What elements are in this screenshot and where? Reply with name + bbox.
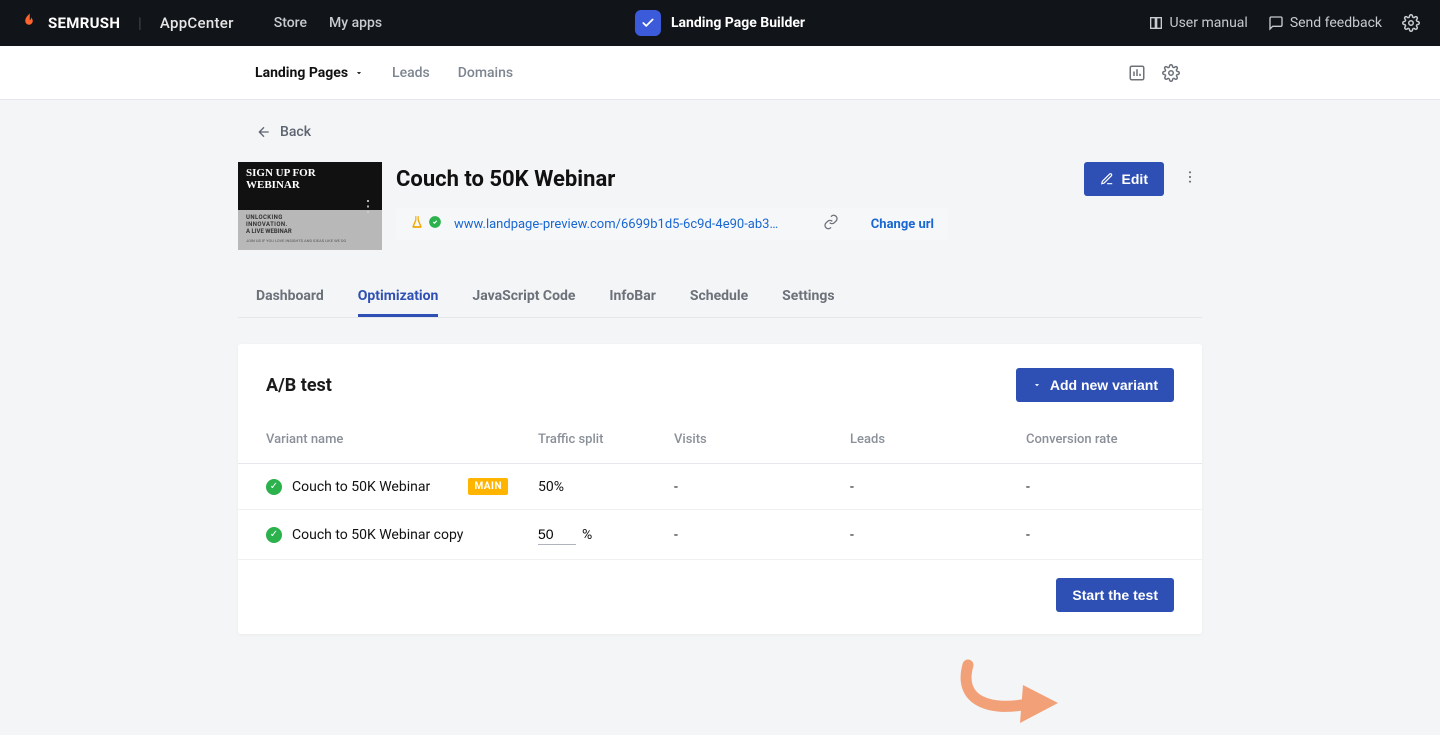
send-feedback-link[interactable]: Send feedback	[1268, 15, 1382, 31]
col-variant-name: Variant name	[238, 422, 538, 464]
top-bar: SEMRUSH | AppCenter Store My apps Landin…	[0, 0, 1440, 46]
url-box: www.landpage-preview.com/6699b1d5-6c9d-4…	[396, 208, 948, 240]
traffic-split-input[interactable]	[538, 524, 576, 545]
sub-nav: Landing Pages Leads Domains	[255, 65, 513, 81]
edit-button[interactable]: Edit	[1084, 162, 1164, 196]
brand-separator: |	[138, 14, 142, 32]
card-title: A/B test	[266, 375, 332, 396]
tab-schedule[interactable]: Schedule	[690, 278, 748, 317]
subnav-leads[interactable]: Leads	[392, 65, 430, 81]
variant-name: Couch to 50K Webinar copy	[292, 527, 463, 543]
top-right: User manual Send feedback	[1148, 14, 1421, 32]
brand-main: SEMRUSH	[48, 14, 120, 32]
abtest-card: A/B test Add new variant Variant name Tr…	[238, 344, 1202, 634]
split-cell: 50%	[538, 464, 674, 510]
flask-icon	[410, 215, 424, 233]
send-feedback-label: Send feedback	[1290, 15, 1382, 31]
start-test-button[interactable]: Start the test	[1056, 578, 1174, 612]
tab-infobar[interactable]: InfoBar	[609, 278, 655, 317]
visits-cell: -	[674, 464, 850, 510]
conv-cell: -	[1026, 464, 1202, 510]
add-variant-label: Add new variant	[1050, 377, 1158, 393]
link-icon[interactable]	[823, 214, 839, 234]
page-content: Back SIGN UP FOR WEBINAR UNLOCKING INNOV…	[238, 100, 1202, 634]
subnav-landing-pages[interactable]: Landing Pages	[255, 65, 364, 81]
thumb-sub1: UNLOCKING	[246, 214, 374, 221]
subnav-landing-pages-label: Landing Pages	[255, 65, 348, 81]
edit-label: Edit	[1122, 171, 1148, 187]
caret-down-icon	[354, 68, 364, 78]
thumb-line1: SIGN UP FOR	[246, 168, 374, 180]
thumb-sub3: A LIVE WEBINAR	[246, 228, 374, 235]
page-thumbnail[interactable]: SIGN UP FOR WEBINAR UNLOCKING INNOVATION…	[238, 162, 382, 250]
page-tabs: Dashboard Optimization JavaScript Code I…	[238, 278, 1202, 318]
app-badge-icon	[635, 10, 661, 36]
thumb-line2: WEBINAR	[246, 180, 374, 192]
col-visits: Visits	[674, 422, 850, 464]
leads-cell: -	[850, 464, 1026, 510]
change-url-link[interactable]: Change url	[871, 217, 934, 232]
back-link[interactable]: Back	[238, 124, 1202, 140]
thumb-tiny: JOIN US IF YOU LOVE INSIGHTS AND IDEAS L…	[246, 239, 374, 243]
col-conversion: Conversion rate	[1026, 422, 1202, 464]
percent-label: %	[582, 527, 592, 543]
nav-myapps[interactable]: My apps	[329, 15, 382, 31]
sub-bar: Landing Pages Leads Domains	[0, 46, 1440, 100]
annotation-arrow-icon	[938, 655, 1068, 735]
more-actions-button[interactable]	[1178, 165, 1202, 193]
main-badge: MAIN	[468, 478, 508, 495]
conv-cell: -	[1026, 510, 1202, 560]
add-variant-button[interactable]: Add new variant	[1016, 368, 1174, 402]
preview-url[interactable]: www.landpage-preview.com/6699b1d5-6c9d-4…	[454, 217, 778, 232]
chat-icon	[1268, 15, 1284, 31]
caret-down-icon	[1032, 380, 1042, 390]
col-traffic-split: Traffic split	[538, 422, 674, 464]
arrow-left-icon	[256, 124, 272, 140]
app-title-center: Landing Page Builder	[635, 10, 805, 36]
gear-icon[interactable]	[1402, 14, 1420, 32]
check-circle-icon: ✓	[266, 479, 282, 495]
tab-dashboard[interactable]: Dashboard	[256, 278, 324, 317]
leads-cell: -	[850, 510, 1026, 560]
abtest-table: Variant name Traffic split Visits Leads …	[238, 422, 1202, 560]
book-icon	[1148, 15, 1164, 31]
col-leads: Leads	[850, 422, 1026, 464]
check-circle-icon	[428, 215, 442, 233]
table-row: ✓ Couch to 50K Webinar MAIN 50% - - -	[238, 464, 1202, 510]
page-title: Couch to 50K Webinar	[396, 167, 615, 192]
start-test-label: Start the test	[1072, 587, 1158, 603]
thumb-more-icon[interactable]: ⋮	[360, 197, 376, 216]
chart-icon[interactable]	[1128, 64, 1146, 82]
top-nav: Store My apps	[274, 15, 382, 31]
tab-settings[interactable]: Settings	[782, 278, 834, 317]
thumb-sub2: INNOVATION.	[246, 221, 374, 228]
variant-name: Couch to 50K Webinar	[292, 479, 430, 495]
brand: SEMRUSH | AppCenter	[20, 12, 234, 34]
tab-javascript[interactable]: JavaScript Code	[472, 278, 575, 317]
back-label: Back	[280, 124, 311, 140]
visits-cell: -	[674, 510, 850, 560]
app-title: Landing Page Builder	[671, 15, 805, 31]
dots-vertical-icon	[1182, 169, 1198, 185]
brand-sub: AppCenter	[160, 14, 234, 32]
semrush-flame-icon	[20, 12, 38, 34]
nav-store[interactable]: Store	[274, 15, 307, 31]
table-row: ✓ Couch to 50K Webinar copy % - - -	[238, 510, 1202, 560]
user-manual-label: User manual	[1170, 15, 1248, 31]
user-manual-link[interactable]: User manual	[1148, 15, 1248, 31]
tab-optimization[interactable]: Optimization	[358, 278, 439, 317]
subnav-domains[interactable]: Domains	[458, 65, 513, 81]
check-circle-icon: ✓	[266, 527, 282, 543]
pencil-icon	[1100, 172, 1114, 186]
gear-icon[interactable]	[1162, 64, 1180, 82]
page-header: SIGN UP FOR WEBINAR UNLOCKING INNOVATION…	[238, 162, 1202, 250]
